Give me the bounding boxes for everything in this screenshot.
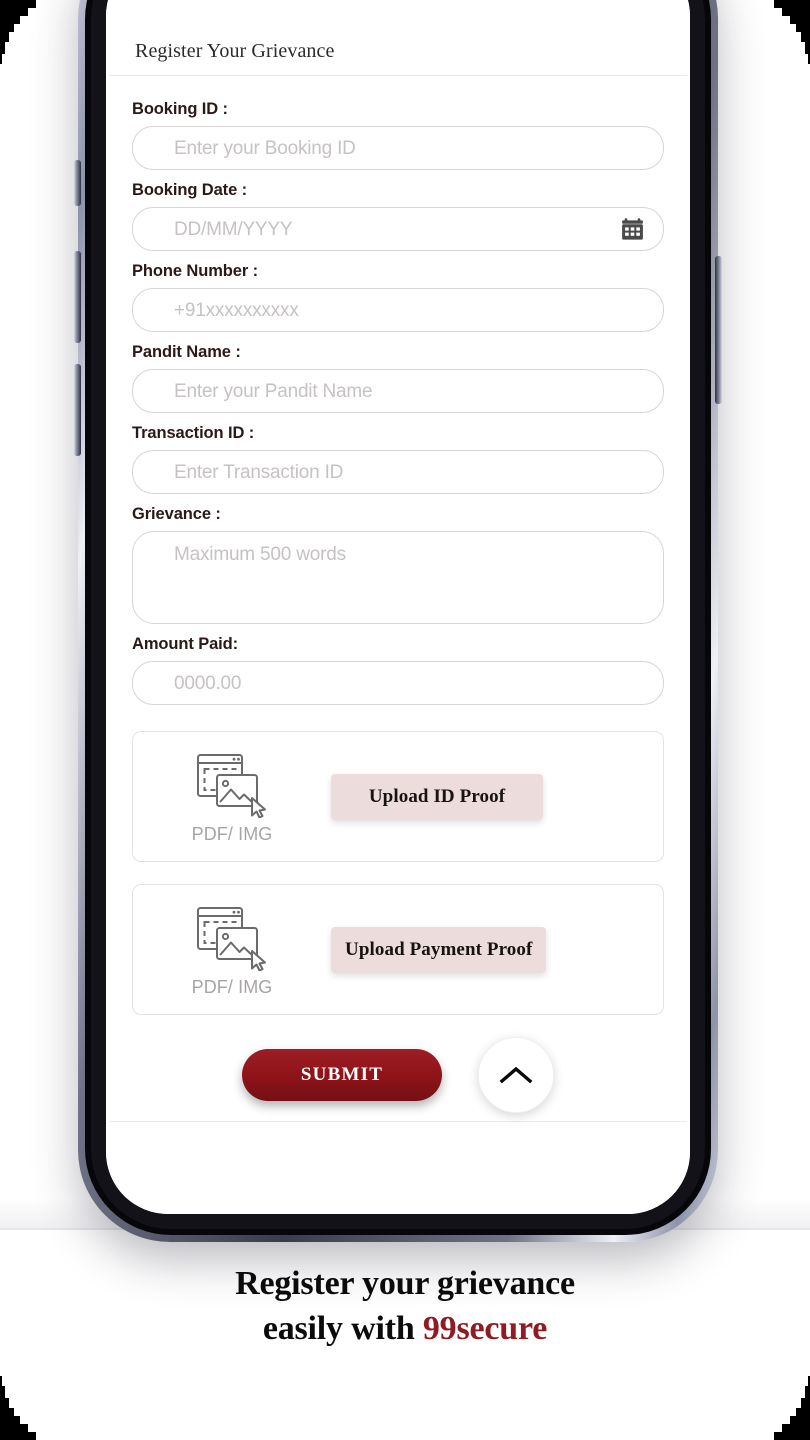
submit-button[interactable]: SUBMIT xyxy=(242,1049,442,1101)
amount-paid-input[interactable]: 0000.00 xyxy=(132,661,664,705)
upload-card-id-proof[interactable]: PDF/ IMG Upload ID Proof xyxy=(132,731,664,862)
calendar-icon[interactable] xyxy=(620,217,645,241)
booking-date-input[interactable]: DD/MM/YYYY xyxy=(132,207,664,251)
image-upload-cursor-icon xyxy=(197,907,266,971)
field-amount-paid: Amount Paid: 0000.00 xyxy=(132,635,664,705)
caption-line-2: easily with 99secure xyxy=(0,1307,810,1352)
upload-visual-payment-proof: PDF/ IMG xyxy=(133,901,331,998)
upload-card-payment-proof[interactable]: PDF/ IMG Upload Payment Proof xyxy=(132,884,664,1015)
label-pandit-name: Pandit Name : xyxy=(132,343,241,361)
form-footer: SUBMIT xyxy=(132,1037,664,1121)
page-title: Register Your Grievance xyxy=(135,40,335,62)
label-transaction-id: Transaction ID : xyxy=(132,424,255,442)
poster-caption: Register your grievance easily with 99se… xyxy=(0,1262,810,1352)
label-phone-number: Phone Number : xyxy=(132,262,259,280)
transaction-id-placeholder: Enter Transaction ID xyxy=(174,461,344,483)
scroll-to-top-button[interactable] xyxy=(478,1037,554,1113)
field-booking-id: Booking ID : Enter your Booking ID xyxy=(132,100,664,170)
power-button[interactable] xyxy=(715,256,722,404)
app-header: Register Your Grievance xyxy=(109,0,687,76)
poster-stage: Register Your Grievance Booking ID : Ent… xyxy=(0,0,810,1440)
volume-up-button[interactable] xyxy=(74,251,81,343)
phone-screen: Register Your Grievance Booking ID : Ent… xyxy=(106,0,690,1214)
corner-mask-bottom-right xyxy=(746,1376,810,1440)
transaction-id-input[interactable]: Enter Transaction ID xyxy=(132,450,664,494)
upload-kind-id-proof: PDF/ IMG xyxy=(191,824,273,844)
grievance-textarea[interactable]: Maximum 500 words xyxy=(132,531,664,624)
caption-line-1: Register your grievance xyxy=(235,1265,575,1302)
booking-date-placeholder: DD/MM/YYYY xyxy=(174,218,293,240)
booking-id-input[interactable]: Enter your Booking ID xyxy=(132,126,664,170)
field-booking-date: Booking Date : DD/MM/YYYY xyxy=(132,181,664,251)
booking-id-placeholder: Enter your Booking ID xyxy=(174,137,356,159)
app-bottom-divider xyxy=(109,1121,687,1122)
pandit-name-input[interactable]: Enter your Pandit Name xyxy=(132,369,664,413)
pandit-name-placeholder: Enter your Pandit Name xyxy=(174,380,373,402)
field-grievance: Grievance : Maximum 500 words xyxy=(132,505,664,624)
grievance-placeholder: Maximum 500 words xyxy=(174,544,346,565)
upload-visual-id-proof: PDF/ IMG xyxy=(133,748,331,845)
label-booking-id: Booking ID : xyxy=(132,100,228,118)
upload-kind-payment-proof: PDF/ IMG xyxy=(191,977,273,997)
chevron-up-icon xyxy=(499,1066,533,1084)
grievance-app: Register Your Grievance Booking ID : Ent… xyxy=(106,0,690,1214)
upload-id-proof-button[interactable]: Upload ID Proof xyxy=(331,773,543,820)
label-grievance: Grievance : xyxy=(132,505,221,523)
label-amount-paid: Amount Paid: xyxy=(132,635,239,653)
label-booking-date: Booking Date : xyxy=(132,181,248,199)
field-phone-number: Phone Number : +91xxxxxxxxxx xyxy=(132,262,664,332)
corner-mask-bottom-left xyxy=(0,1376,64,1440)
phone-mockup: Register Your Grievance Booking ID : Ent… xyxy=(74,0,722,1242)
image-upload-cursor-icon xyxy=(197,754,266,818)
field-transaction-id: Transaction ID : Enter Transaction ID xyxy=(132,424,664,494)
amount-paid-placeholder: 0000.00 xyxy=(174,672,242,694)
field-pandit-name: Pandit Name : Enter your Pandit Name xyxy=(132,343,664,413)
volume-down-button[interactable] xyxy=(74,364,81,456)
upload-payment-proof-button[interactable]: Upload Payment Proof xyxy=(331,926,547,973)
caption-line-2-prefix: easily with xyxy=(262,1309,423,1347)
corner-mask-top-left xyxy=(0,0,64,64)
brand-name: 99secure xyxy=(422,1309,548,1347)
mute-switch[interactable] xyxy=(74,160,81,206)
phone-number-input[interactable]: +91xxxxxxxxxx xyxy=(132,288,664,332)
grievance-form: Booking ID : Enter your Booking ID Booki… xyxy=(106,76,690,1121)
phone-number-placeholder: +91xxxxxxxxxx xyxy=(174,299,299,321)
corner-mask-top-right xyxy=(746,0,810,64)
